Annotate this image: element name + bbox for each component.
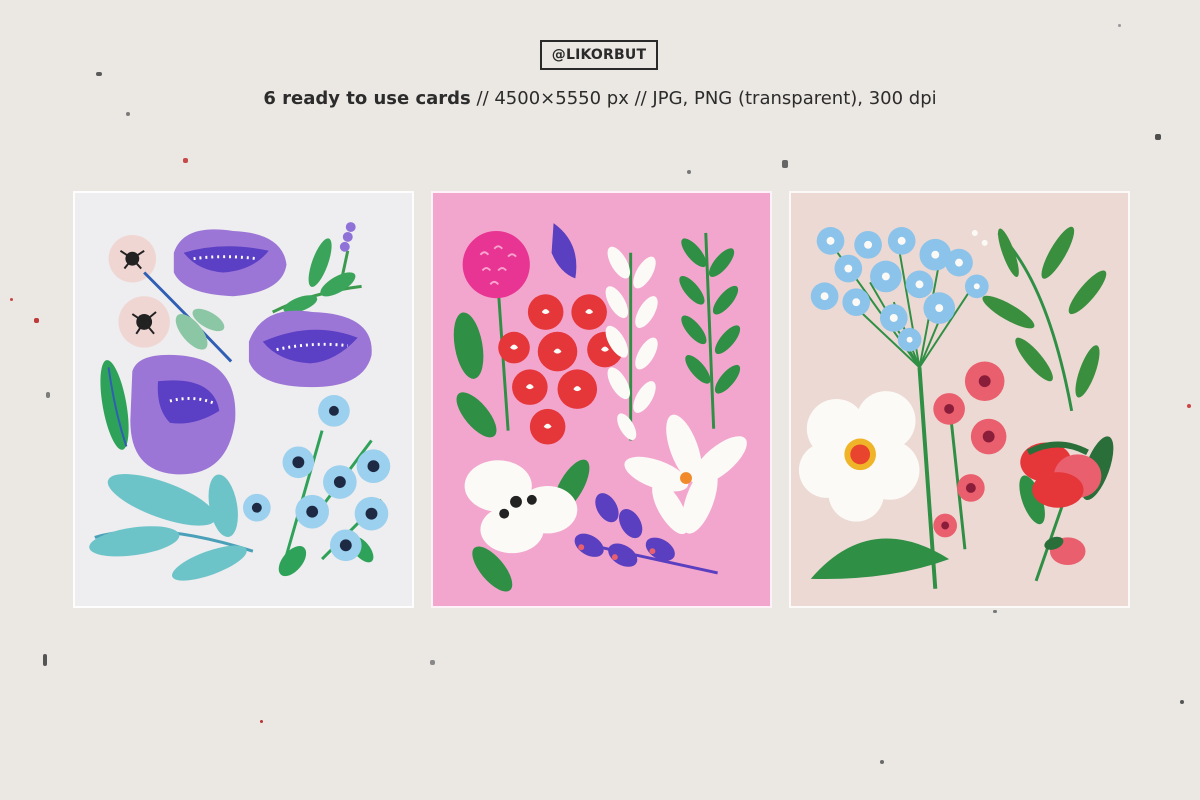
paper-speck bbox=[183, 158, 188, 163]
purple-poppy bbox=[130, 354, 236, 475]
teal-leaves bbox=[89, 474, 254, 581]
paper-speck bbox=[260, 720, 263, 723]
floral-illustration bbox=[89, 222, 391, 581]
red-poppies bbox=[498, 294, 623, 445]
paper-speck bbox=[126, 112, 130, 116]
floral-illustration bbox=[453, 223, 747, 592]
coral-flower bbox=[1019, 436, 1114, 582]
paper-speck bbox=[96, 72, 102, 76]
paper-speck bbox=[1155, 134, 1161, 140]
purple-blue-floral-card bbox=[73, 191, 414, 608]
paper-speck bbox=[430, 660, 435, 665]
paper-speck bbox=[46, 392, 50, 398]
paper-speck bbox=[880, 760, 884, 764]
product-specs-details: // 4500×5550 px // JPG, PNG (transparent… bbox=[470, 88, 937, 109]
paper-speck bbox=[993, 610, 997, 613]
paper-speck bbox=[1118, 24, 1121, 27]
white-flower bbox=[798, 391, 920, 522]
blush-blue-white-floral-card bbox=[789, 191, 1130, 608]
pink-red-floral-card bbox=[431, 191, 772, 608]
paper-speck bbox=[1180, 700, 1184, 704]
purple-poppy bbox=[248, 310, 372, 388]
white-daisy bbox=[624, 414, 747, 535]
pink-poppies bbox=[933, 361, 1007, 550]
blush-flower bbox=[118, 296, 170, 348]
white-leaf-sprig bbox=[605, 246, 658, 441]
floral-illustration bbox=[798, 226, 1114, 589]
blue-flower-cluster bbox=[243, 395, 391, 577]
purple-poppy bbox=[173, 229, 287, 297]
brand-name: @LIKORBUT bbox=[551, 47, 647, 63]
paper-speck bbox=[782, 160, 788, 168]
green-fern bbox=[679, 232, 741, 429]
paper-speck bbox=[10, 298, 13, 301]
paper-speck bbox=[34, 318, 39, 323]
brand-badge: @LIKORBUT bbox=[540, 40, 658, 70]
product-specs: 6 ready to use cards // 4500×5550 px // … bbox=[0, 88, 1200, 109]
paper-speck bbox=[1187, 404, 1191, 408]
white-flower bbox=[464, 459, 590, 592]
paper-speck bbox=[43, 654, 47, 666]
paper-speck bbox=[687, 170, 691, 174]
product-specs-highlight: 6 ready to use cards bbox=[263, 88, 471, 109]
